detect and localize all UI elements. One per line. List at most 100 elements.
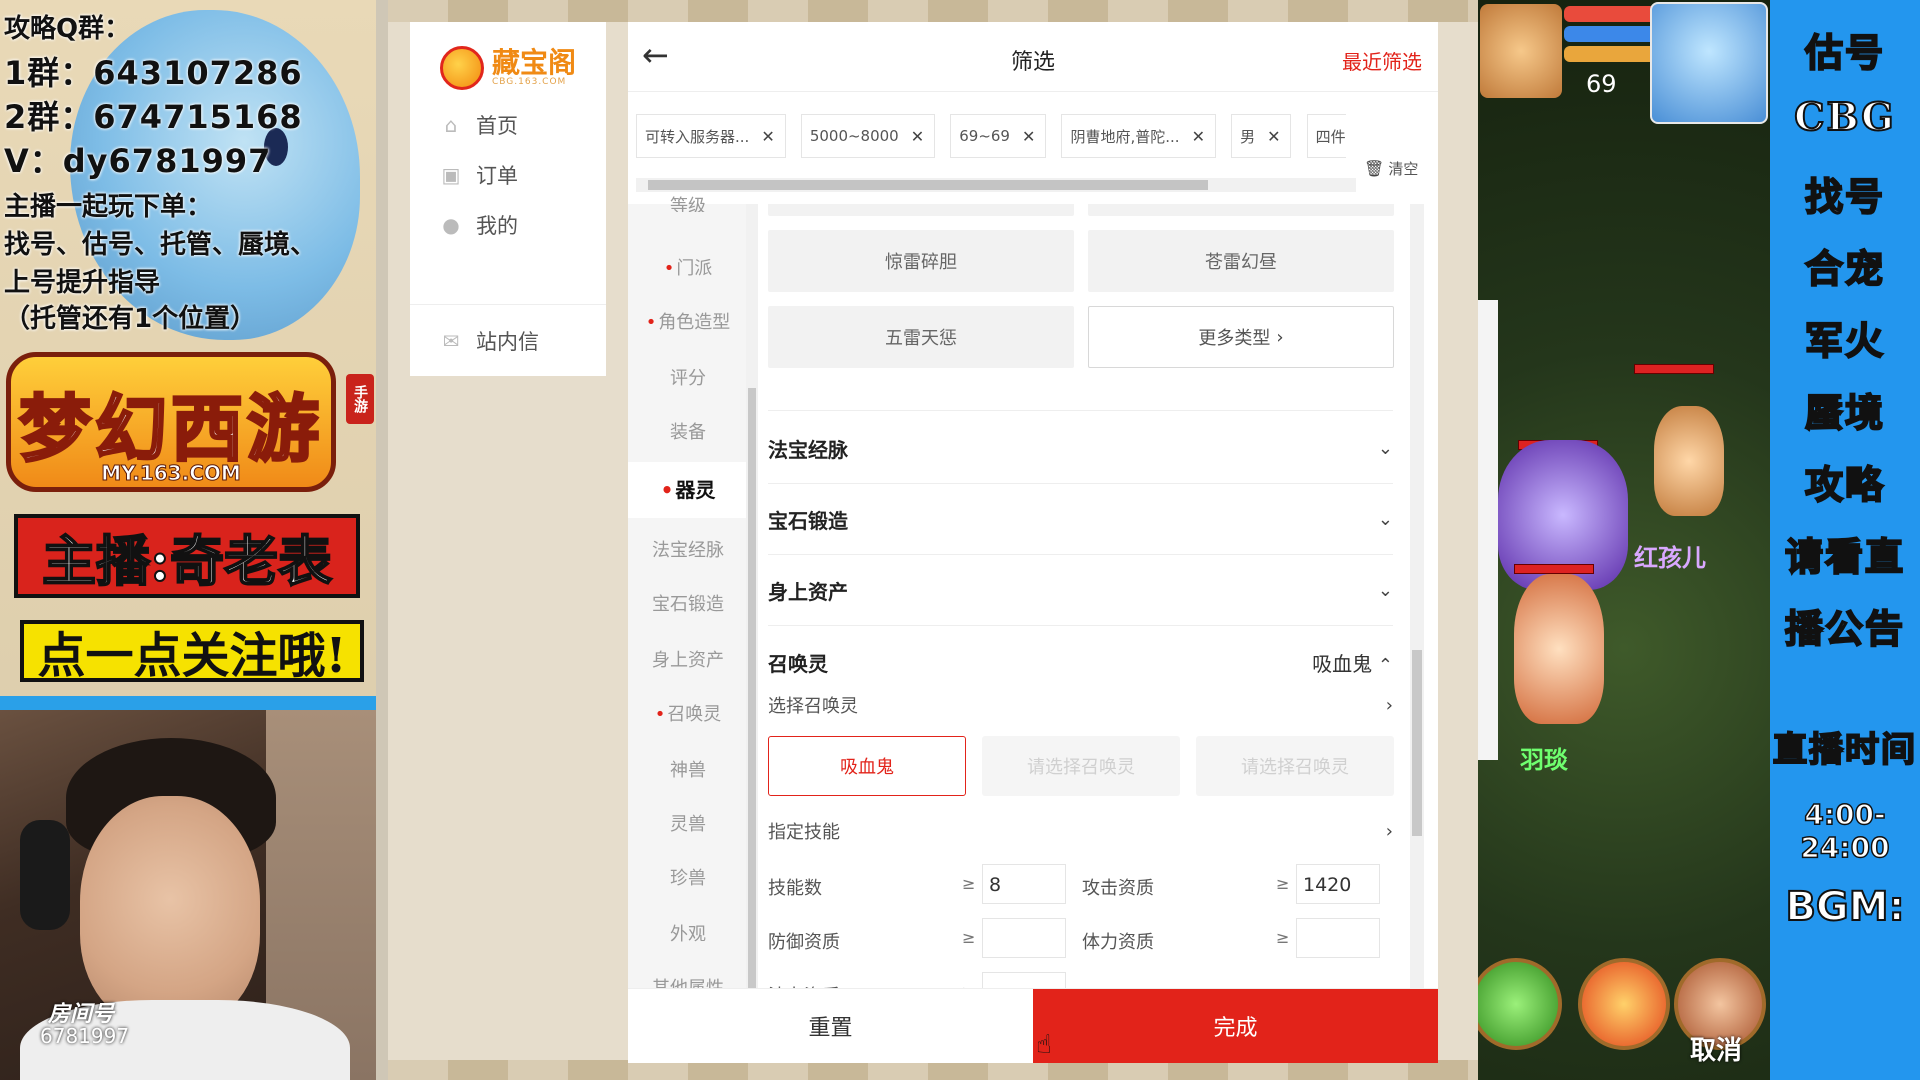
category-item[interactable]: 装备 — [628, 418, 748, 444]
field-label: 技能数 — [768, 878, 822, 899]
summon-title: 召唤灵 — [768, 652, 828, 676]
defense-aptitude-input[interactable] — [982, 918, 1066, 958]
filter-chip[interactable]: 男 ✕ — [1231, 114, 1292, 158]
chip-label: 阴曹地府,普陀... — [1070, 127, 1180, 146]
field-row: 技能数 ≥ 8 攻击资质 ≥ 1420 — [768, 864, 1393, 906]
category-item[interactable]: 珍兽 — [628, 864, 748, 890]
skill-button[interactable] — [1478, 958, 1562, 1050]
category-item-active[interactable]: 器灵 — [628, 462, 748, 518]
filter-footer: 重置 完成 — [628, 988, 1438, 1063]
stamina-aptitude-input[interactable] — [1296, 918, 1380, 958]
scrollbar-thumb[interactable] — [648, 180, 1208, 190]
section-gem[interactable]: 宝石锻造 ⌄ — [768, 485, 1393, 555]
webcam-top-bar — [0, 696, 376, 710]
skill-count-input[interactable]: 8 — [982, 864, 1066, 904]
category-item[interactable]: 召唤灵 — [628, 700, 748, 726]
close-icon[interactable]: ✕ — [1022, 127, 1035, 146]
mail-icon: ✉ — [442, 329, 460, 353]
category-item[interactable]: 门派 — [628, 254, 748, 280]
backdrop-bottom — [388, 1060, 1478, 1080]
summon-header[interactable]: 召唤灵 吸血鬼 ⌃ — [768, 648, 1393, 677]
filter-title: 筛选 — [1010, 50, 1055, 75]
npc-sprite[interactable] — [1654, 406, 1724, 516]
player-name: 羽琰 — [1520, 745, 1568, 774]
home-icon: ⌂ — [444, 113, 458, 137]
nav-item-home[interactable]: ⌂ 首页 — [440, 110, 518, 140]
order-icon: ▣ — [441, 163, 461, 187]
services-title: 主播一起玩下单： — [4, 192, 213, 222]
chips-scrollbar[interactable] — [636, 178, 1356, 192]
attack-aptitude-input[interactable]: 1420 — [1296, 864, 1380, 904]
recent-filters-link[interactable]: 最近筛选 — [1342, 46, 1422, 75]
chip-label: 5000~8000 — [809, 127, 899, 145]
category-item[interactable]: 等级 — [628, 192, 748, 212]
summon-slot-empty[interactable]: 请选择召唤灵 — [1196, 736, 1394, 796]
streamer-face — [80, 796, 260, 1026]
nav-item-orders[interactable]: ▣ 订单 — [440, 160, 518, 190]
category-item[interactable]: 角色造型 — [628, 308, 748, 334]
category-item[interactable]: 身上资产 — [628, 646, 748, 672]
more-types-button[interactable]: 更多类型 › — [1088, 306, 1394, 368]
section-label: 宝石锻造 — [768, 509, 848, 533]
cbg-logo-sub: CBG.163.COM — [492, 77, 567, 87]
close-icon[interactable]: ✕ — [1267, 127, 1280, 146]
mp-bar — [1564, 26, 1656, 42]
treasure-bag-icon — [440, 46, 484, 90]
section-label: 法宝经脉 — [768, 438, 848, 462]
filter-chip[interactable]: 5000~8000 ✕ — [800, 114, 936, 158]
type-option[interactable]: 苍雷幻昼 — [1088, 230, 1394, 292]
filter-chips: 可转入服务器... ✕ 5000~8000 ✕ 69~69 ✕ 阴曹地府,普陀... ✕… — [636, 114, 1346, 158]
type-option[interactable]: 惊雷碎胆 — [768, 230, 1074, 292]
nav-item-mine[interactable]: ● 我的 — [440, 210, 518, 240]
done-button[interactable]: 完成 — [1033, 989, 1438, 1063]
choose-summon-row[interactable]: 选择召唤灵 › — [768, 692, 1393, 718]
filter-chip[interactable]: 可转入服务器... ✕ — [636, 114, 786, 158]
player-hp-bar — [1514, 564, 1594, 574]
skill-row[interactable]: 指定技能 › — [768, 818, 1393, 844]
type-option-partial[interactable] — [1088, 204, 1394, 216]
filter-panel: ← 筛选 最近筛选 可转入服务器... ✕ 5000~8000 ✕ 69~69 ✕ 阴… — [628, 22, 1438, 1063]
room-number: 6781997 — [40, 1024, 130, 1048]
clear-filters-button[interactable]: 🗑 清空 — [1364, 158, 1418, 179]
close-icon[interactable]: ✕ — [761, 127, 774, 146]
filter-chip[interactable]: 四件套 — [1306, 114, 1346, 158]
type-option-partial[interactable] — [768, 204, 1074, 216]
section-fabao[interactable]: 法宝经脉 ⌄ — [768, 414, 1393, 484]
chip-label: 69~69 — [959, 127, 1010, 145]
category-item[interactable]: 外观 — [628, 920, 748, 946]
cancel-label: 取消 — [1690, 1036, 1743, 1066]
content-scrollbar[interactable] — [1410, 204, 1424, 1004]
streamer-banner: 主播:奇老表 — [14, 514, 360, 598]
summon-slot-selected[interactable]: 吸血鬼 — [768, 736, 966, 796]
scrollbar-thumb[interactable] — [1412, 650, 1422, 836]
cbg-logo[interactable]: 藏宝阁 CBG.163.COM — [440, 46, 576, 90]
filter-chip[interactable]: 69~69 ✕ — [950, 114, 1047, 158]
stream-time: 4:00-24:00 — [1800, 797, 1891, 865]
scrollbar-thumb[interactable] — [748, 388, 756, 988]
skill-button[interactable] — [1578, 958, 1670, 1050]
reset-button[interactable]: 重置 — [628, 989, 1033, 1063]
nav-item-messages[interactable]: ✉ 站内信 — [440, 326, 539, 356]
close-icon[interactable]: ✕ — [911, 127, 924, 146]
category-item[interactable]: 灵兽 — [628, 810, 748, 836]
nav-item-label: 我的 — [476, 214, 518, 238]
type-option[interactable]: 五雷天惩 — [768, 306, 1074, 368]
summon-slot-empty[interactable]: 请选择召唤灵 — [982, 736, 1180, 796]
close-icon[interactable]: ✕ — [1192, 127, 1205, 146]
category-scrollbar[interactable] — [746, 204, 758, 1004]
field-label: 体力资质 — [1082, 932, 1154, 953]
category-item[interactable]: 评分 — [628, 364, 748, 390]
category-item[interactable]: 法宝经脉 — [628, 536, 748, 562]
nav-item-label: 站内信 — [476, 330, 539, 354]
filter-chip[interactable]: 阴曹地府,普陀... ✕ — [1061, 114, 1216, 158]
pet-avatar[interactable] — [1650, 2, 1768, 124]
field-label: 攻击资质 — [1082, 878, 1154, 899]
choose-summon-label: 选择召唤灵 — [768, 696, 858, 717]
section-assets[interactable]: 身上资产 ⌄ — [768, 556, 1393, 626]
hp-bar — [1564, 6, 1656, 22]
chip-label: 男 — [1240, 127, 1256, 146]
category-item[interactable]: 神兽 — [628, 756, 748, 782]
player-sprite[interactable] — [1514, 574, 1604, 724]
category-item[interactable]: 宝石锻造 — [628, 590, 748, 616]
wechat-id: V：dy6781997 — [4, 142, 272, 180]
